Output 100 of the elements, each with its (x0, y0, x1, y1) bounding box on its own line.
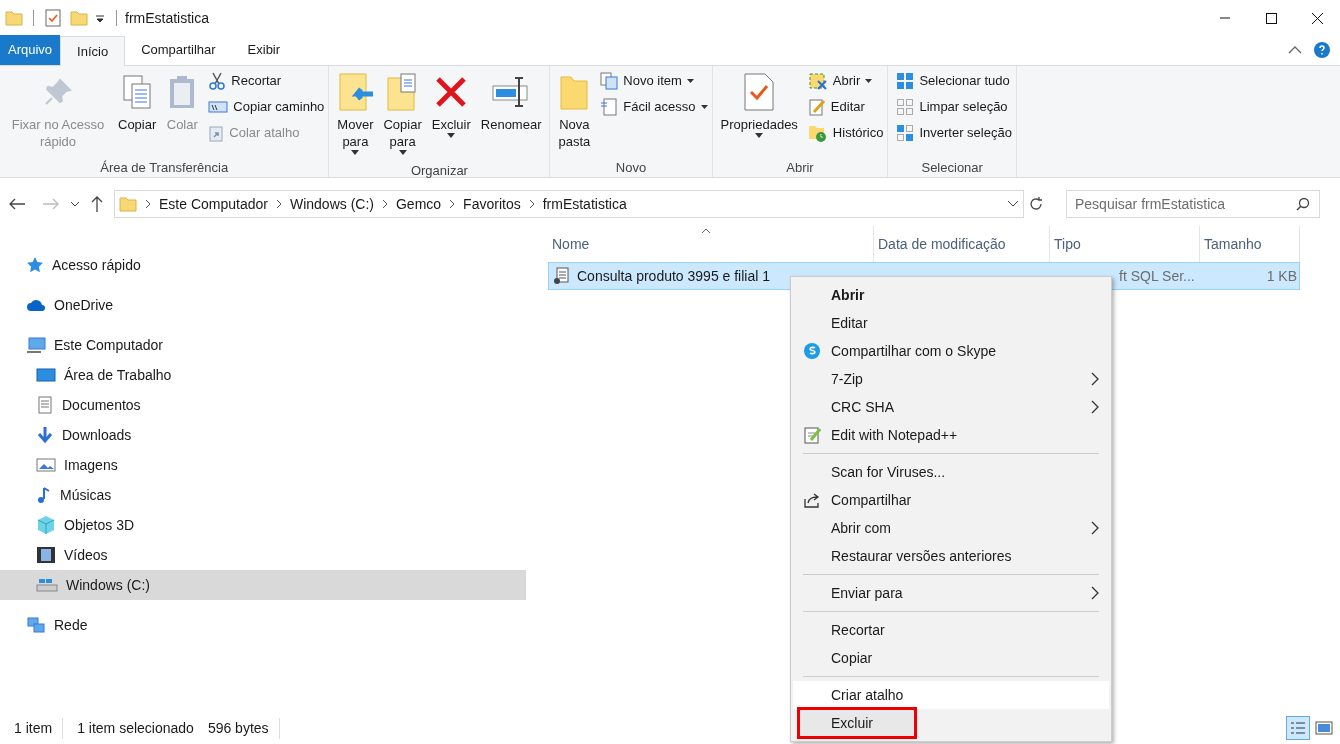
caret-icon (700, 105, 708, 109)
breadcrumb[interactable]: Gemco (395, 193, 442, 215)
ribbon-button[interactable]: Limpar seleção (896, 96, 1012, 118)
menu-item[interactable]: Restaurar versões anteriores (793, 542, 1109, 570)
film-icon (36, 546, 56, 564)
ribbon-button[interactable]: Copiar (114, 70, 161, 133)
drive-icon (36, 577, 58, 593)
status-text: 1 item (14, 717, 64, 739)
properties-icon (44, 9, 62, 27)
ribbon-button[interactable]: Copiar caminho (208, 96, 325, 118)
group-label: Abrir (786, 158, 814, 177)
menu-item[interactable]: Compartilhar com o Skype (793, 337, 1109, 365)
ribbon-button[interactable]: Selecionar tudo (896, 70, 1012, 92)
ribbon-button[interactable]: Recortar (208, 70, 325, 92)
search-field[interactable]: Pesquisar frmEstatistica (1066, 190, 1320, 218)
image-icon (36, 457, 56, 473)
sidebar-item[interactable]: Área de Trabalho (0, 360, 526, 390)
caret-icon (398, 150, 407, 155)
folder-arrow-icon (337, 72, 374, 112)
status-text: 596 bytes (207, 717, 280, 739)
breadcrumb[interactable]: Este Computador (159, 193, 268, 215)
menu-item[interactable]: Compartilhar (793, 486, 1109, 514)
sidebar-item[interactable]: Vídeos (0, 540, 526, 570)
scissors-icon (208, 72, 227, 90)
ribbon-button[interactable]: Fácil acesso (600, 96, 708, 118)
menu-item[interactable]: Edit with Notepad++ (793, 421, 1109, 449)
caret-icon (755, 133, 764, 138)
folder-icon (119, 195, 137, 213)
select-none-icon (896, 98, 915, 116)
ribbon-button[interactable]: Nova pasta (554, 70, 595, 150)
sidebar-item[interactable]: Windows (C:) (0, 570, 526, 600)
sidebar-item[interactable]: Músicas (0, 480, 526, 510)
new-item-icon (600, 72, 619, 90)
forward-icon (42, 197, 60, 211)
network-icon (26, 616, 46, 634)
sidebar-item[interactable]: Objetos 3D (0, 510, 526, 540)
dropdown-icon (94, 12, 106, 24)
up-icon (90, 195, 104, 213)
music-note-icon (36, 486, 52, 504)
caret-icon (686, 79, 694, 83)
folder-icon (70, 9, 88, 27)
caret-icon (865, 79, 873, 83)
menu-item[interactable]: 7-Zip (793, 365, 1109, 393)
computer-icon (26, 336, 46, 354)
select-all-icon (896, 72, 915, 90)
path-icon (208, 100, 229, 114)
menu-item[interactable]: Abrir com (793, 514, 1109, 542)
menu-item[interactable]: CRC SHA (793, 393, 1109, 421)
ribbon-button[interactable]: Propriedades (716, 70, 802, 138)
sidebar-item[interactable]: Este Computador (0, 330, 526, 360)
menu-item[interactable]: Recortar (793, 616, 1109, 644)
ribbon-tab[interactable]: Compartilhar (125, 35, 232, 65)
chevron-right-icon (449, 199, 456, 209)
breadcrumb[interactable]: frmEstatistica (542, 193, 627, 215)
sidebar-item[interactable]: OneDrive (0, 290, 526, 320)
collapse-icon (1288, 45, 1302, 55)
details-list-icon (1290, 721, 1306, 735)
ribbon-button[interactable]: Histórico (807, 122, 884, 144)
sidebar-item[interactable]: Documentos (0, 390, 526, 420)
ribbon-button[interactable]: Copiar para (379, 70, 426, 155)
sidebar-item[interactable]: Rede (0, 610, 526, 640)
ribbon-button[interactable]: Editar (807, 96, 884, 118)
dropdown-icon (1007, 200, 1019, 208)
address-bar[interactable]: Este Computador Windows (C:) Gemco Favoritos frmEstatistica (114, 190, 1024, 218)
breadcrumb[interactable]: Windows (C:) (289, 193, 374, 215)
chevron-right-icon (145, 199, 151, 209)
ribbon-button[interactable]: Abrir (807, 70, 884, 92)
menu-item[interactable]: Scan for Viruses... (793, 458, 1109, 486)
menu-item[interactable]: Criar atalho (793, 681, 1109, 709)
checkmark-document-icon (743, 72, 776, 112)
menu-item[interactable]: Copiar (793, 644, 1109, 672)
menu-item[interactable]: Abrir (793, 281, 1109, 309)
menu-item[interactable]: Excluir (799, 709, 915, 737)
menu-item[interactable]: Editar (793, 309, 1109, 337)
file-size: 1 KB (1266, 267, 1297, 284)
chevron-right-icon (528, 199, 535, 209)
caret-icon (351, 150, 360, 155)
ribbon-tab[interactable]: Início (60, 36, 126, 66)
sidebar-item[interactable]: Downloads (0, 420, 526, 450)
notepad-icon (803, 426, 821, 444)
group-label: Selecionar (921, 158, 983, 177)
ribbon-button[interactable]: Inverter seleção (896, 122, 1012, 144)
ribbon-tab[interactable]: Exibir (231, 35, 297, 65)
search-icon (1296, 197, 1310, 211)
menu-item[interactable]: Enviar para (793, 579, 1109, 607)
ribbon-button[interactable]: Mover para (333, 70, 378, 155)
ribbon-button[interactable]: Excluir (427, 70, 475, 138)
window-title: frmEstatistica (125, 8, 209, 28)
sidebar-item[interactable]: Imagens (0, 450, 526, 480)
maximize-icon (1264, 11, 1278, 25)
close-icon (1310, 11, 1324, 25)
ribbon-button[interactable]: Renomear (476, 70, 546, 133)
chevron-right-icon (381, 199, 388, 209)
sidebar-item[interactable]: Acesso rápido (0, 250, 526, 280)
desktop-icon (36, 367, 56, 383)
ribbon-button[interactable]: Novo item (600, 70, 708, 92)
pencil-icon (807, 98, 826, 116)
ribbon-tab[interactable]: Arquivo (0, 35, 61, 65)
details-view-button[interactable] (1286, 716, 1310, 740)
breadcrumb[interactable]: Favoritos (463, 193, 521, 215)
